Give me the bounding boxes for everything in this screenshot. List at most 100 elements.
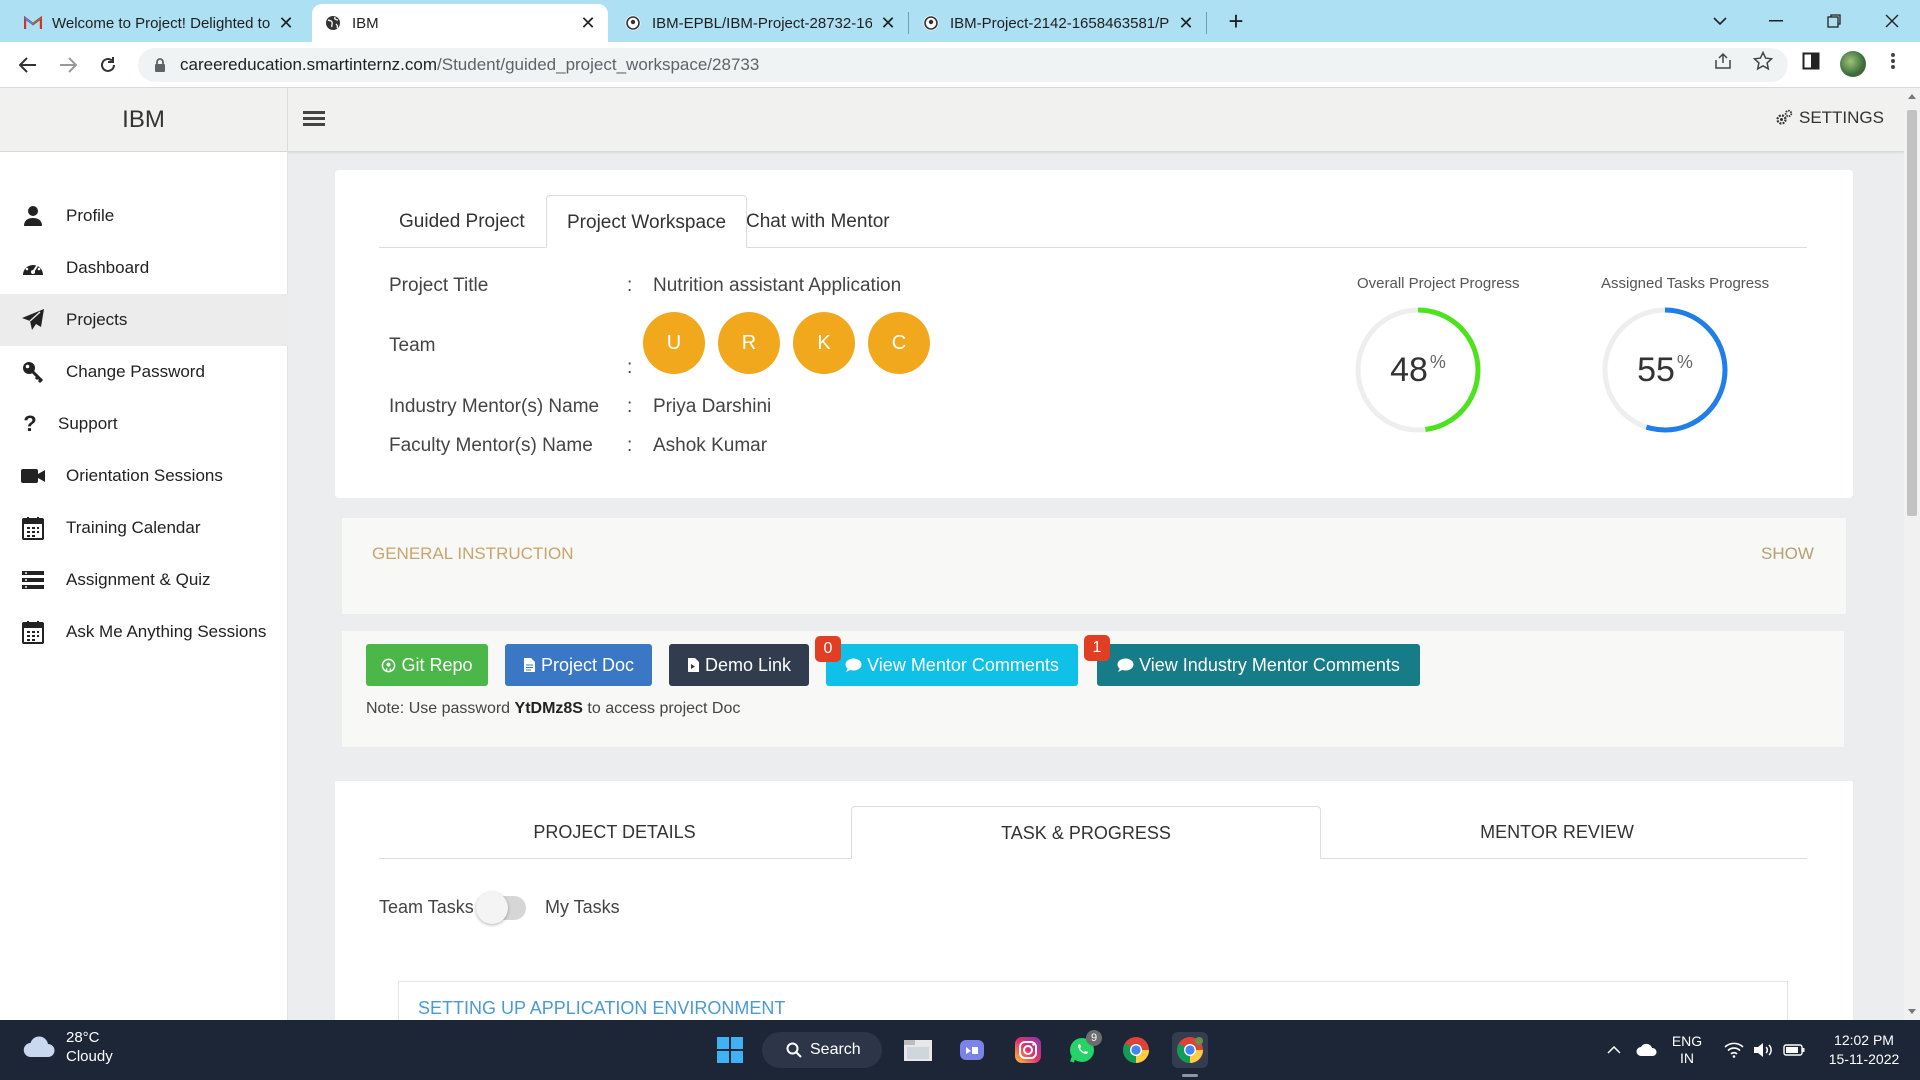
- github-icon: [922, 14, 940, 32]
- browser-toolbar: careereducation.smartinternz.com/Student…: [0, 42, 1920, 88]
- demo-link-button[interactable]: Demo Link: [669, 644, 809, 686]
- region-code: IN: [1680, 1050, 1694, 1066]
- dashboard-icon: [20, 255, 46, 281]
- browser-menu-icon[interactable]: [1882, 50, 1904, 72]
- tab-project-workspace[interactable]: Project Workspace: [546, 195, 748, 248]
- settings-button[interactable]: SETTINGS: [1775, 108, 1884, 128]
- chrome-icon[interactable]: [1118, 1032, 1154, 1068]
- toggle-knob[interactable]: [476, 892, 508, 924]
- brand-logo[interactable]: IBM: [0, 88, 288, 152]
- tab-guided-project[interactable]: Guided Project: [379, 195, 545, 248]
- sidebar-item-label: Training Calendar: [66, 518, 201, 537]
- show-instruction-toggle[interactable]: SHOW: [1761, 544, 1814, 564]
- weather-condition: Cloudy: [66, 1048, 113, 1065]
- close-tab-icon[interactable]: ✕: [1178, 13, 1194, 34]
- close-tab-icon[interactable]: ✕: [880, 13, 896, 34]
- tab-search-icon[interactable]: [1692, 0, 1748, 42]
- faculty-mentor-value: Ashok Kumar: [653, 435, 768, 456]
- team-member-avatar[interactable]: U: [643, 312, 705, 374]
- team-tasks-label: Team Tasks: [379, 897, 474, 917]
- project-doc-button[interactable]: Project Doc: [505, 644, 652, 686]
- note-suffix: to access project Doc: [587, 700, 741, 717]
- clock-time: 12:02 PM: [1834, 1032, 1894, 1048]
- sidebar-item-training-calendar[interactable]: Training Calendar: [0, 502, 288, 554]
- sidebar-item-projects[interactable]: Projects: [0, 294, 288, 346]
- industry-comments-count-badge: 1: [1084, 635, 1110, 661]
- instagram-icon[interactable]: [1010, 1032, 1046, 1068]
- sidebar-item-ask-me-anything[interactable]: Ask Me Anything Sessions: [0, 606, 288, 658]
- sidebar-item-orientation-sessions[interactable]: Orientation Sessions: [0, 450, 288, 502]
- teams-chat-icon[interactable]: [954, 1032, 990, 1068]
- close-window-icon[interactable]: [1864, 0, 1920, 42]
- show-hidden-icons-chevron-icon[interactable]: [1600, 1020, 1628, 1080]
- page-scrollbar[interactable]: [1904, 88, 1920, 1020]
- git-repo-button[interactable]: Git Repo: [366, 644, 488, 686]
- team-member-avatar[interactable]: K: [793, 312, 855, 374]
- share-icon[interactable]: [1712, 50, 1734, 72]
- reload-icon[interactable]: [92, 49, 124, 81]
- colon: :: [627, 357, 633, 378]
- system-clock[interactable]: 12:02 PM 15-11-2022: [1816, 1020, 1912, 1080]
- windows-start-icon[interactable]: [712, 1032, 748, 1068]
- sidebar-item-support[interactable]: ? Support: [0, 398, 288, 450]
- tab-mentor-review[interactable]: MENTOR REVIEW: [1322, 806, 1792, 859]
- tab-task-progress[interactable]: TASK & PROGRESS: [851, 806, 1321, 859]
- address-bar[interactable]: careereducation.smartinternz.com/Student…: [138, 48, 1788, 82]
- view-industry-mentor-comments-button[interactable]: View Industry Mentor Comments: [1097, 644, 1420, 686]
- calendar-icon: [20, 515, 46, 541]
- browser-tab-github-2[interactable]: IBM-Project-2142-1658463581/P ✕: [910, 4, 1206, 42]
- gmail-icon: [24, 14, 42, 32]
- settings-label: SETTINGS: [1798, 108, 1884, 127]
- file-explorer-icon[interactable]: [900, 1032, 936, 1068]
- paper-plane-icon: [20, 307, 46, 333]
- forward-icon[interactable]: [52, 49, 84, 81]
- bookmark-star-icon[interactable]: [1752, 50, 1774, 72]
- scroll-down-arrow-icon[interactable]: [1908, 1009, 1916, 1014]
- tab-chat-with-mentor[interactable]: Chat with Mentor: [726, 195, 910, 248]
- scrollbar-thumb[interactable]: [1907, 110, 1917, 516]
- restore-icon[interactable]: [1806, 0, 1862, 42]
- sidebar-item-label: Assignment & Quiz: [66, 570, 211, 589]
- tasks-toggle-switch[interactable]: [476, 892, 526, 924]
- tab-project-details[interactable]: PROJECT DETAILS: [379, 806, 850, 859]
- onedrive-cloud-icon[interactable]: [1632, 1020, 1662, 1080]
- sidebar-item-assignment-quiz[interactable]: Assignment & Quiz: [0, 554, 288, 606]
- browser-tab-ibm[interactable]: IBM ✕: [312, 4, 608, 42]
- wifi-icon[interactable]: [1720, 1020, 1748, 1080]
- team-member-avatar[interactable]: R: [718, 312, 780, 374]
- chrome-active-icon[interactable]: [1172, 1032, 1208, 1068]
- hamburger-menu-icon[interactable]: [303, 108, 325, 130]
- lock-icon[interactable]: [154, 57, 166, 73]
- sidebar-item-label: Support: [58, 414, 118, 433]
- sidebar-item-profile[interactable]: Profile: [0, 190, 288, 242]
- tab-title: IBM-EPBL/IBM-Project-28732-16: [652, 14, 872, 32]
- browser-tab-gmail[interactable]: Welcome to Project! Delighted to ✕: [12, 4, 306, 42]
- input-language[interactable]: ENG IN: [1664, 1020, 1710, 1080]
- profile-avatar[interactable]: [1840, 51, 1866, 77]
- task-section-title[interactable]: SETTING UP APPLICATION ENVIRONMENT: [418, 998, 785, 1019]
- project-title-label: Project Title: [389, 275, 489, 296]
- close-tab-icon[interactable]: ✕: [580, 13, 596, 34]
- scroll-up-arrow-icon[interactable]: [1908, 94, 1916, 99]
- sidebar-item-change-password[interactable]: Change Password: [0, 346, 288, 398]
- minimize-icon[interactable]: [1748, 0, 1804, 42]
- doc-password: YtDMz8S: [514, 700, 583, 717]
- view-mentor-comments-button[interactable]: View Mentor Comments: [826, 644, 1078, 686]
- url-host: careereducation.smartinternz.com: [180, 55, 438, 74]
- volume-icon[interactable]: [1750, 1020, 1778, 1080]
- team-member-avatar[interactable]: C: [868, 312, 930, 374]
- clock-date: 15-11-2022: [1828, 1051, 1900, 1067]
- gears-icon: [1775, 109, 1793, 127]
- active-app-indicator: [1182, 1074, 1198, 1077]
- new-tab-button[interactable]: +: [1220, 6, 1252, 38]
- temperature: 28°C: [66, 1029, 100, 1046]
- close-tab-icon[interactable]: ✕: [278, 13, 294, 34]
- browser-tab-github-1[interactable]: IBM-EPBL/IBM-Project-28732-16 ✕: [612, 4, 908, 42]
- battery-icon[interactable]: [1780, 1020, 1808, 1080]
- taskbar-search[interactable]: Search: [762, 1032, 882, 1068]
- sidebar-item-dashboard[interactable]: Dashboard: [0, 242, 288, 294]
- git-repo-label: Git Repo: [401, 654, 473, 675]
- weather-widget[interactable]: 28°C Cloudy: [22, 1028, 113, 1066]
- side-panel-icon[interactable]: [1800, 50, 1822, 72]
- back-icon[interactable]: [12, 49, 44, 81]
